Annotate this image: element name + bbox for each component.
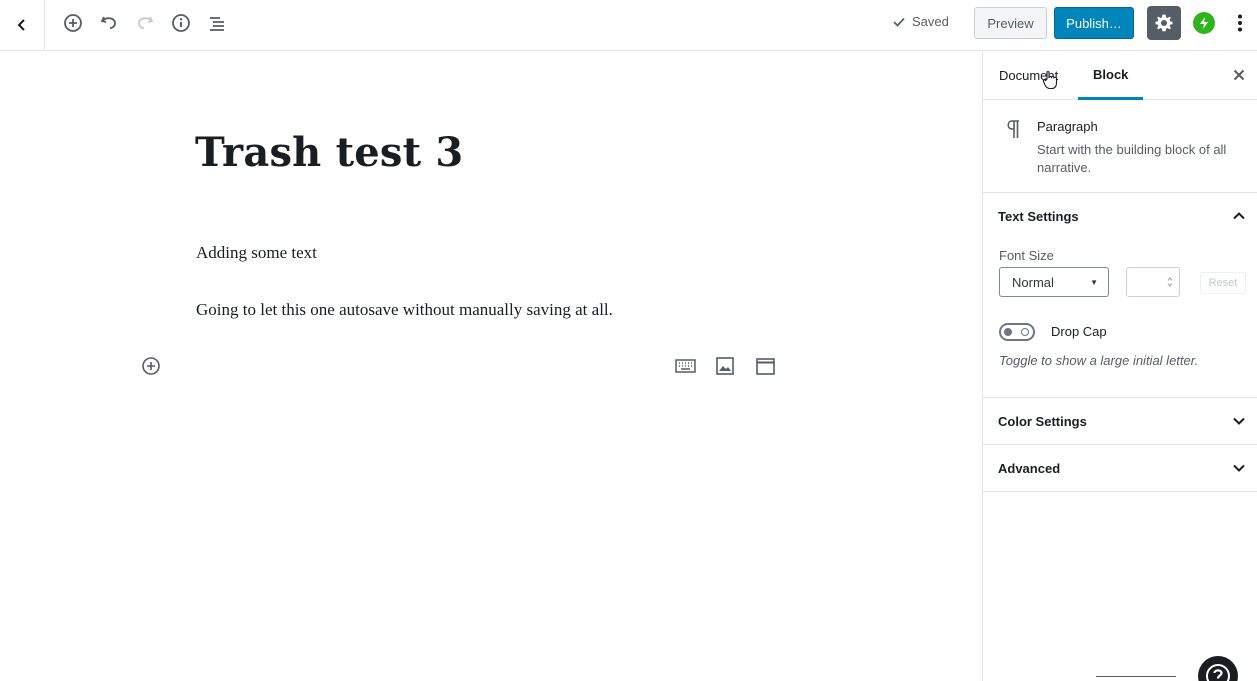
toggle-off-indicator [1021, 328, 1029, 336]
insert-shortcode-button[interactable] [674, 356, 696, 376]
panel-title: Text Settings [998, 208, 1079, 224]
insert-cover-button[interactable] [754, 356, 776, 376]
undo-button[interactable] [97, 11, 121, 35]
plus-circle-icon [64, 14, 82, 32]
saved-label: Saved [912, 14, 949, 29]
editor-canvas: Trash test 3 Adding some text Going to l… [0, 51, 982, 681]
font-size-label: Font Size [999, 248, 1054, 263]
chevron-up-icon [1233, 212, 1245, 220]
paragraph-icon [1007, 120, 1019, 138]
drop-cap-label: Drop Cap [1051, 324, 1107, 339]
text-settings-toggle[interactable]: Text Settings [983, 193, 1257, 239]
undo-icon [100, 16, 116, 29]
gear-icon [1155, 14, 1173, 32]
chevron-left-icon [17, 19, 25, 31]
image-icon [716, 357, 734, 375]
insert-image-button[interactable] [714, 356, 736, 376]
paragraph-block[interactable]: Going to let this one autosave without m… [196, 300, 613, 320]
color-settings-toggle[interactable]: Color Settings [983, 398, 1257, 444]
toggle-knob [1004, 328, 1012, 336]
chevron-down-icon [1233, 464, 1245, 472]
font-size-reset-button[interactable]: Reset [1200, 272, 1246, 294]
custom-font-size-input[interactable] [1126, 267, 1180, 297]
info-icon [172, 14, 190, 32]
editor-header: Saved Preview Publish… [0, 0, 1257, 51]
block-navigation-button[interactable] [205, 11, 229, 35]
keyboard-icon [674, 359, 696, 373]
check-icon [893, 17, 905, 27]
block-card: Paragraph Start with the building block … [983, 100, 1257, 193]
panel-title: Advanced [998, 460, 1061, 476]
block-card-description: Start with the building block of all nar… [1037, 142, 1227, 175]
bolt-icon [1200, 17, 1208, 29]
font-size-select[interactable]: Normal ▼ [999, 267, 1109, 297]
advanced-toggle[interactable]: Advanced [983, 445, 1257, 491]
drop-cap-help: Toggle to show a large initial letter. [999, 353, 1199, 368]
more-menu-button[interactable] [1230, 11, 1250, 35]
chevron-down-icon [1233, 417, 1245, 425]
window-icon [755, 357, 775, 375]
list-outline-icon [210, 17, 224, 31]
post-title[interactable]: Trash test 3 [195, 129, 463, 176]
color-settings-panel: Color Settings [983, 398, 1257, 445]
add-block-button[interactable] [61, 11, 85, 35]
redo-icon [138, 16, 154, 29]
default-block-inserter[interactable] [141, 356, 161, 376]
plus-circle-icon [142, 357, 160, 375]
font-size-value: Normal [1012, 274, 1054, 290]
panel-title: Color Settings [998, 413, 1087, 429]
question-mark-icon [1206, 664, 1230, 681]
redo-button[interactable] [133, 11, 157, 35]
content-info-button[interactable] [169, 11, 193, 35]
settings-button[interactable] [1147, 6, 1181, 40]
drop-cap-toggle[interactable] [999, 323, 1035, 341]
more-vertical-icon [1238, 14, 1242, 32]
publish-button[interactable]: Publish… [1054, 7, 1134, 39]
paragraph-block[interactable]: Adding some text [196, 243, 317, 263]
partial-toggle[interactable] [1096, 676, 1176, 681]
spinner-arrows-icon [1167, 277, 1173, 287]
close-icon[interactable] [1231, 67, 1247, 83]
caret-down-icon: ▼ [1090, 278, 1098, 287]
back-button[interactable] [0, 0, 45, 50]
advanced-panel: Advanced [983, 445, 1257, 492]
block-card-title: Paragraph [1037, 119, 1098, 134]
text-settings-panel: Text Settings Font Size Normal ▼ Reset D… [983, 193, 1257, 398]
sidebar-tabs: Document Block [983, 51, 1257, 100]
jetpack-button[interactable] [1193, 12, 1215, 34]
preview-button[interactable]: Preview [974, 7, 1047, 39]
settings-sidebar: Document Block Paragraph Start with the … [982, 51, 1257, 681]
hand-pointer-icon [1042, 70, 1058, 90]
saved-status: Saved [892, 14, 949, 29]
tab-block[interactable]: Block [1078, 51, 1143, 100]
